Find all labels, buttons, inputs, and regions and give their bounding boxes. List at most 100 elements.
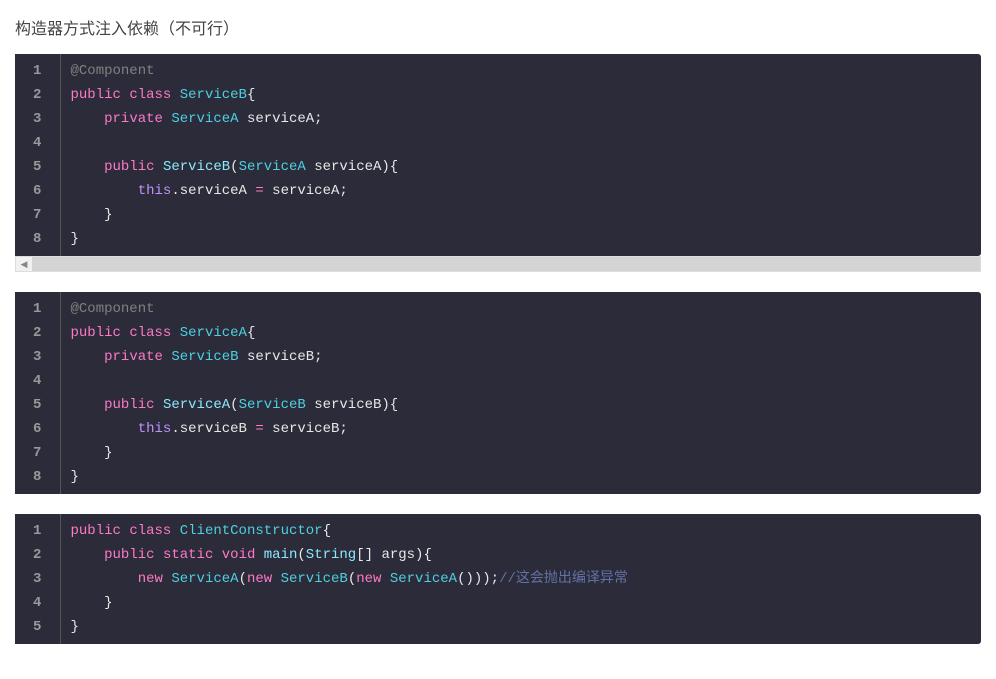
- code-content[interactable]: [60, 369, 981, 393]
- code-content[interactable]: public ServiceB(ServiceA serviceA){: [60, 155, 981, 179]
- code-content[interactable]: }: [60, 227, 981, 256]
- token-punct: [306, 397, 314, 413]
- token-punct: }: [71, 469, 79, 485]
- code-content[interactable]: this.serviceB = serviceB;: [60, 417, 981, 441]
- line-number: 5: [15, 393, 60, 417]
- code-content[interactable]: @Component: [60, 54, 981, 83]
- line-number: 3: [15, 345, 60, 369]
- token-classname: ServiceA: [239, 159, 306, 175]
- token-punct: (: [230, 397, 238, 413]
- token-punct: {: [323, 523, 331, 539]
- code-table: 1@Component2public class ServiceB{3 priv…: [15, 54, 981, 256]
- code-line: 5}: [15, 615, 981, 644]
- line-number: 1: [15, 292, 60, 321]
- code-line: 7 }: [15, 441, 981, 465]
- token-operator: =: [255, 183, 263, 199]
- token-operator: =: [255, 421, 263, 437]
- token-punct: }: [71, 445, 113, 461]
- code-line: 4: [15, 369, 981, 393]
- token-punct: (: [230, 159, 238, 175]
- code-content[interactable]: }: [60, 203, 981, 227]
- token-identifier: serviceB: [272, 421, 339, 437]
- code-content[interactable]: this.serviceA = serviceA;: [60, 179, 981, 203]
- line-number: 8: [15, 227, 60, 256]
- code-line: 3 private ServiceA serviceA;: [15, 107, 981, 131]
- line-number: 1: [15, 54, 60, 83]
- line-number: 5: [15, 155, 60, 179]
- code-content[interactable]: public class ServiceB{: [60, 83, 981, 107]
- token-classname: ServiceA: [180, 325, 247, 341]
- token-punct: ;: [314, 349, 322, 365]
- code-content[interactable]: }: [60, 465, 981, 494]
- code-line: 2public class ServiceB{: [15, 83, 981, 107]
- token-identifier: serviceB: [314, 397, 381, 413]
- scrollbar-left-arrow-icon[interactable]: ◀: [16, 257, 32, 271]
- code-content[interactable]: }: [60, 615, 981, 644]
- token-keyword2: static: [163, 547, 213, 563]
- line-number: 7: [15, 203, 60, 227]
- code-content[interactable]: private ServiceA serviceA;: [60, 107, 981, 131]
- code-content[interactable]: private ServiceB serviceB;: [60, 345, 981, 369]
- token-punct: [272, 571, 280, 587]
- line-number: 3: [15, 107, 60, 131]
- code-line: 4 }: [15, 591, 981, 615]
- code-content[interactable]: }: [60, 441, 981, 465]
- token-punct: [381, 571, 389, 587]
- line-number: 6: [15, 417, 60, 441]
- token-keyword2: new: [356, 571, 381, 587]
- code-line: 5 public ServiceA(ServiceB serviceB){: [15, 393, 981, 417]
- token-keyword2: new: [138, 571, 163, 587]
- horizontal-scrollbar[interactable]: ◀: [15, 256, 981, 272]
- token-identifier: serviceA: [272, 183, 339, 199]
- token-classname: ClientConstructor: [180, 523, 323, 539]
- token-punct: ;: [339, 421, 347, 437]
- token-classname: ServiceA: [390, 571, 457, 587]
- line-number: 4: [15, 591, 60, 615]
- code-content[interactable]: new ServiceA(new ServiceB(new ServiceA()…: [60, 567, 981, 591]
- token-classname: ServiceA: [171, 111, 238, 127]
- token-punct: []: [356, 547, 381, 563]
- token-classname: ServiceB: [281, 571, 348, 587]
- token-punct: [155, 159, 163, 175]
- token-keyword2: public: [71, 325, 121, 341]
- code-block-3: 1public class ClientConstructor{2 public…: [15, 514, 981, 644]
- code-line: 1@Component: [15, 54, 981, 83]
- code-line: 4: [15, 131, 981, 155]
- line-number: 3: [15, 567, 60, 591]
- line-number: 5: [15, 615, 60, 644]
- token-punct: [306, 159, 314, 175]
- token-keyword2: class: [129, 523, 171, 539]
- token-identifier: serviceA: [247, 111, 314, 127]
- token-keyword2: new: [247, 571, 272, 587]
- token-method: main: [264, 547, 298, 563]
- token-punct: [155, 547, 163, 563]
- code-block-2: 1@Component2public class ServiceA{3 priv…: [15, 292, 981, 494]
- token-keyword2: public: [104, 397, 154, 413]
- token-classname: ServiceB: [239, 397, 306, 413]
- code-block-1: 1@Component2public class ServiceB{3 priv…: [15, 54, 981, 256]
- scrollbar-track[interactable]: [32, 257, 980, 271]
- token-punct: .: [171, 183, 179, 199]
- line-number: 7: [15, 441, 60, 465]
- token-identifier: serviceB: [247, 349, 314, 365]
- token-identifier: args: [381, 547, 415, 563]
- code-content[interactable]: public class ClientConstructor{: [60, 514, 981, 543]
- code-content[interactable]: }: [60, 591, 981, 615]
- token-keyword2: class: [129, 87, 171, 103]
- code-content[interactable]: public ServiceA(ServiceB serviceB){: [60, 393, 981, 417]
- code-content[interactable]: [60, 131, 981, 155]
- token-punct: [171, 325, 179, 341]
- token-punct: [71, 183, 138, 199]
- code-content[interactable]: public class ServiceA{: [60, 321, 981, 345]
- token-this-ref: this: [138, 183, 172, 199]
- code-content[interactable]: @Component: [60, 292, 981, 321]
- code-line: 8}: [15, 465, 981, 494]
- token-punct: }: [71, 231, 79, 247]
- token-punct: [255, 547, 263, 563]
- token-punct: [71, 571, 138, 587]
- token-punct: [171, 523, 179, 539]
- code-content[interactable]: public static void main(String[] args){: [60, 543, 981, 567]
- token-punct: ){: [415, 547, 432, 563]
- token-method: ServiceA: [163, 397, 230, 413]
- code-line: 6 this.serviceB = serviceB;: [15, 417, 981, 441]
